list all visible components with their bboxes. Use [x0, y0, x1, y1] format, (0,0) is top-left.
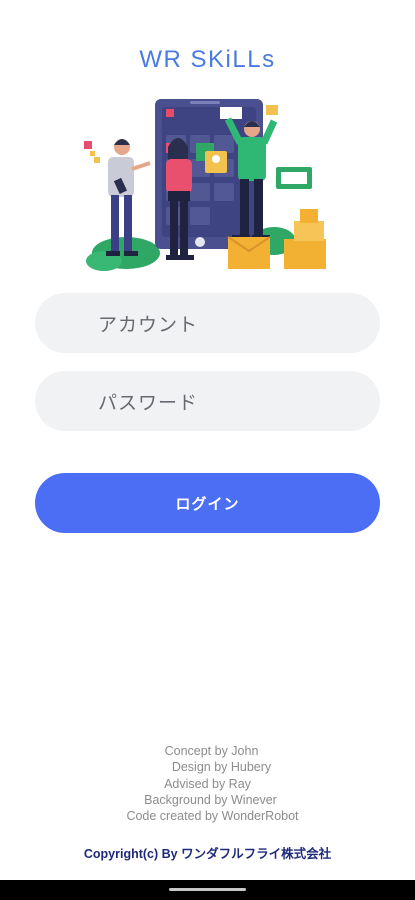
account-input[interactable]: アカウント [35, 293, 380, 353]
credit-line: Concept by John [164, 744, 259, 758]
copyright-text: Copyright(c) By ワンダフルフライ株式会社 [83, 847, 332, 861]
home-gesture-handle[interactable] [169, 888, 246, 891]
app-logo: WR SKiLLs [139, 46, 276, 73]
login-button[interactable]: ログイン [35, 473, 380, 533]
credit-line: Code created by WonderRobot [126, 809, 299, 824]
password-input[interactable]: パスワード [35, 371, 380, 431]
system-navigation-bar [0, 880, 415, 900]
team-illustration [82, 95, 334, 273]
credit-line: Advised by Ray [164, 776, 251, 791]
password-placeholder: パスワード [98, 391, 199, 414]
login-button-label: ログイン [175, 494, 240, 513]
account-placeholder: アカウント [98, 313, 199, 336]
credits-block: Concept by John Design by Hubery Advised… [0, 743, 415, 824]
credit-line: Background by Winever [144, 792, 277, 807]
credit-line: Design by Hubery [171, 760, 272, 775]
